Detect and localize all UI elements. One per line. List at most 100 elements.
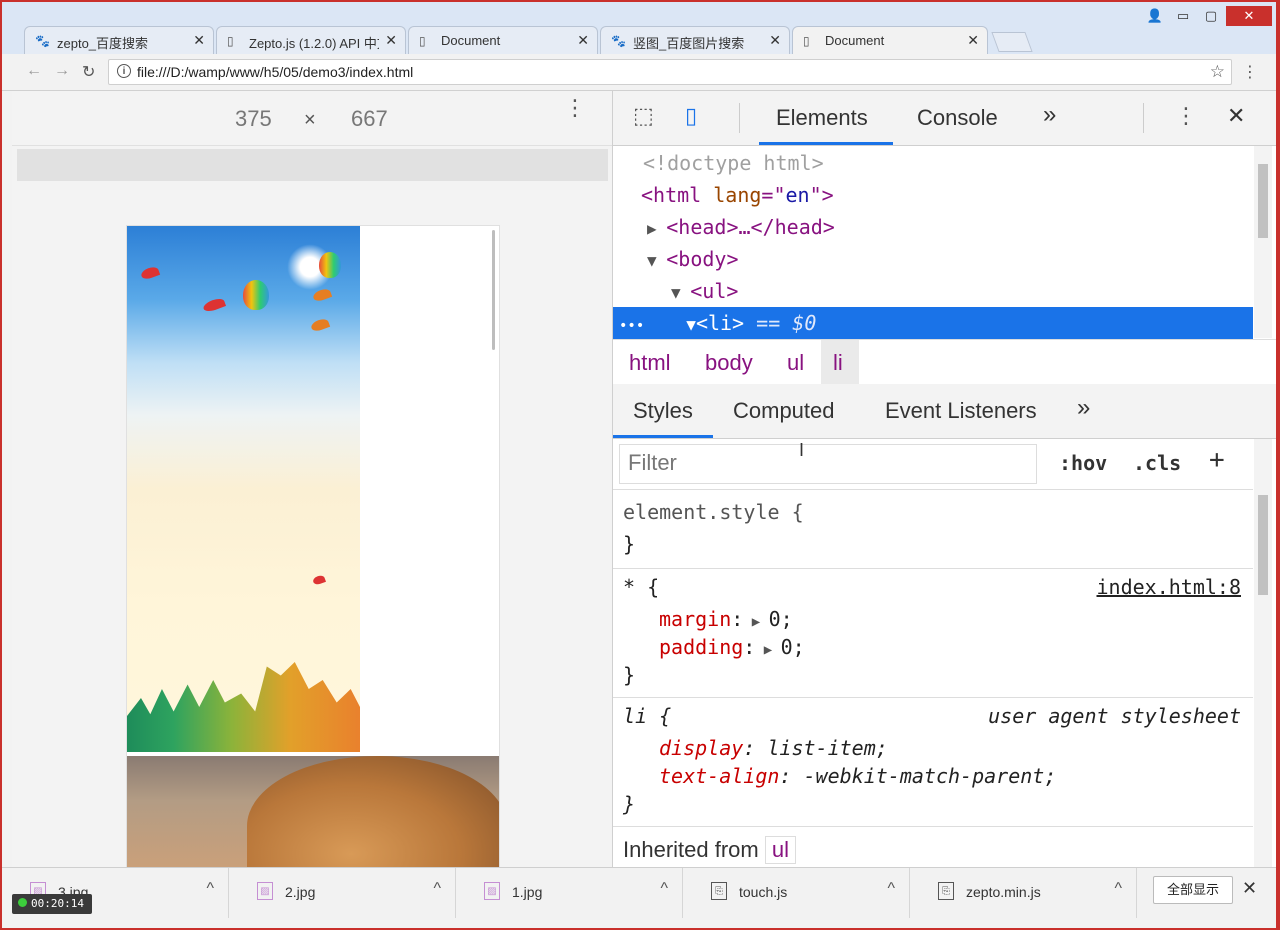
margin-property: margin	[659, 607, 732, 631]
collapse-triangle-icon[interactable]: ▼	[686, 315, 696, 334]
new-tab-button[interactable]	[991, 32, 1033, 52]
cls-toggle[interactable]: .cls	[1133, 451, 1181, 475]
collapse-triangle-icon[interactable]: ▼	[647, 251, 666, 270]
download-item[interactable]: ▨ 1.jpg ^	[456, 868, 683, 918]
dom-node-html[interactable]: <html lang="en">	[641, 179, 834, 211]
expand-shorthand-icon[interactable]: ▶	[743, 614, 768, 630]
tab-close-icon[interactable]: ✕	[193, 32, 205, 49]
hair-shape	[247, 756, 499, 868]
window-close-button[interactable]: ✕	[1226, 6, 1272, 26]
dom-node-body[interactable]: ▼ <body>	[647, 243, 739, 275]
scroll-thumb[interactable]	[1258, 495, 1268, 595]
tab-document-1[interactable]: ▯ Document ✕	[408, 26, 598, 54]
tab-close-icon[interactable]: ✕	[967, 32, 979, 49]
tab-document-active[interactable]: ▯ Document ✕	[792, 26, 988, 55]
textalign-property: text-align	[659, 764, 780, 788]
maximize-button[interactable]: ▢	[1198, 6, 1224, 26]
download-item[interactable]: ▨ 2.jpg ^	[229, 868, 456, 918]
scroll-thumb[interactable]	[1258, 164, 1268, 238]
show-all-downloads-button[interactable]: 全部显示	[1153, 876, 1233, 904]
download-filename: 1.jpg	[512, 884, 543, 900]
html-tag: <html	[641, 183, 714, 207]
hov-toggle[interactable]: :hov	[1059, 451, 1107, 475]
mobile-viewport[interactable]	[126, 225, 500, 869]
address-bar[interactable]: i file:///D:/wamp/www/h5/05/demo3/index.…	[108, 59, 1232, 85]
selected-marker: == $0	[744, 311, 817, 335]
filter-input[interactable]	[620, 445, 1036, 481]
toolbar-divider	[739, 103, 740, 133]
bookmark-star-icon[interactable]: ☆	[1210, 62, 1225, 82]
download-item[interactable]: ⎘ touch.js ^	[683, 868, 910, 918]
reload-icon[interactable]: ↻	[82, 62, 95, 82]
tab-event-listeners[interactable]: Event Listeners	[885, 398, 1037, 424]
tab-zepto-api[interactable]: ▯ Zepto.js (1.2.0) API 中文 ✕	[216, 26, 406, 54]
user-icon[interactable]: 👤	[1142, 6, 1168, 26]
dom-node-head[interactable]: ▶ <head>…</head>	[647, 211, 835, 243]
expand-triangle-icon[interactable]: ▶	[647, 219, 666, 238]
device-toolbar: 375 × 667 ⋮	[12, 91, 612, 146]
crowd-silhouette	[127, 662, 360, 752]
dom-tree-scrollbar[interactable]	[1254, 146, 1272, 338]
devtools-close-icon[interactable]: ✕	[1227, 103, 1245, 129]
expand-shorthand-icon[interactable]: ▶	[755, 642, 780, 658]
close-shelf-icon[interactable]: ✕	[1242, 878, 1257, 899]
inspect-element-icon[interactable]: ⬚	[633, 103, 654, 129]
info-icon[interactable]: i	[117, 64, 131, 78]
device-height[interactable]: 667	[351, 106, 388, 132]
universal-selector[interactable]: * {	[623, 575, 659, 599]
breadcrumb-body[interactable]: body	[705, 350, 753, 376]
forward-arrow-icon[interactable]: →	[54, 62, 70, 80]
inherited-tag[interactable]: ul	[764, 836, 796, 864]
tab-console[interactable]: Console	[917, 105, 998, 131]
chevron-up-icon[interactable]: ^	[433, 880, 441, 898]
devtools-toolbar: ⬚ ▯ Elements Console » ⋮ ✕	[613, 91, 1276, 146]
node-actions-dots[interactable]: •••	[613, 318, 644, 334]
breadcrumb-html[interactable]: html	[629, 350, 671, 376]
media-query-bar[interactable]	[17, 149, 608, 181]
li-selector[interactable]: li {	[623, 704, 671, 728]
tab-close-icon[interactable]: ✕	[769, 32, 781, 49]
chevron-up-icon[interactable]: ^	[206, 880, 214, 898]
dom-node-doctype[interactable]: <!doctype html>	[643, 147, 824, 179]
device-toggle-icon[interactable]: ▯	[685, 103, 697, 129]
viewport-scrollbar[interactable]	[492, 230, 495, 350]
back-arrow-icon[interactable]: ←	[26, 62, 42, 80]
chevron-up-icon[interactable]: ^	[887, 880, 895, 898]
element-style-selector[interactable]: element.style {	[623, 500, 804, 524]
device-options-icon[interactable]: ⋮	[564, 97, 586, 119]
url-text: file:///D:/wamp/www/h5/05/demo3/index.ht…	[137, 64, 414, 80]
tab-elements[interactable]: Elements	[776, 105, 868, 131]
chevron-up-icon[interactable]: ^	[660, 880, 668, 898]
active-tab-indicator	[759, 142, 893, 145]
new-rule-plus-icon[interactable]: +	[1209, 445, 1225, 475]
tab-close-icon[interactable]: ✕	[385, 32, 397, 49]
devtools-menu-icon[interactable]: ⋮	[1175, 103, 1197, 129]
li-tag: <li>	[695, 311, 745, 335]
padding-declaration[interactable]: padding: ▶ 0;	[659, 635, 805, 659]
collapse-triangle-icon[interactable]: ▼	[671, 283, 690, 302]
breadcrumb-ul[interactable]: ul	[787, 350, 804, 376]
tab-baidu-images[interactable]: 🐾 竖图_百度图片搜索 ✕	[600, 26, 790, 54]
tab-zepto-baidu[interactable]: 🐾 zepto_百度搜索 ✕	[24, 26, 214, 54]
styles-scrollbar[interactable]	[1254, 439, 1272, 867]
filter-box[interactable]	[619, 444, 1037, 484]
margin-declaration[interactable]: margin: ▶ 0;	[659, 607, 793, 631]
more-panels-icon[interactable]: »	[1043, 101, 1056, 129]
chevron-up-icon[interactable]: ^	[1114, 880, 1122, 898]
device-width[interactable]: 375	[235, 106, 272, 132]
rule-source-link[interactable]: index.html:8	[1097, 575, 1242, 599]
dom-node-li-selected[interactable]: ••• ▼<li> == $0	[613, 307, 1253, 339]
download-item[interactable]: ⎘ zepto.min.js ^	[910, 868, 1137, 918]
styles-filter-row: :hov .cls +	[613, 439, 1253, 490]
browser-menu-icon[interactable]: ⋮	[1242, 62, 1258, 82]
padding-value: 0;	[780, 635, 805, 659]
tab-computed[interactable]: Computed	[733, 398, 835, 424]
more-subtabs-icon[interactable]: »	[1077, 394, 1090, 422]
tab-close-icon[interactable]: ✕	[577, 32, 589, 49]
dom-node-ul[interactable]: ▼ <ul>	[671, 275, 738, 307]
active-subtab-indicator	[613, 435, 713, 438]
minimize-button[interactable]: ▭	[1170, 6, 1196, 26]
tab-styles[interactable]: Styles	[633, 398, 693, 424]
breadcrumb-li[interactable]: li	[833, 350, 843, 376]
devtools-panel: ⬚ ▯ Elements Console » ⋮ ✕ <!doctype htm…	[613, 91, 1276, 867]
